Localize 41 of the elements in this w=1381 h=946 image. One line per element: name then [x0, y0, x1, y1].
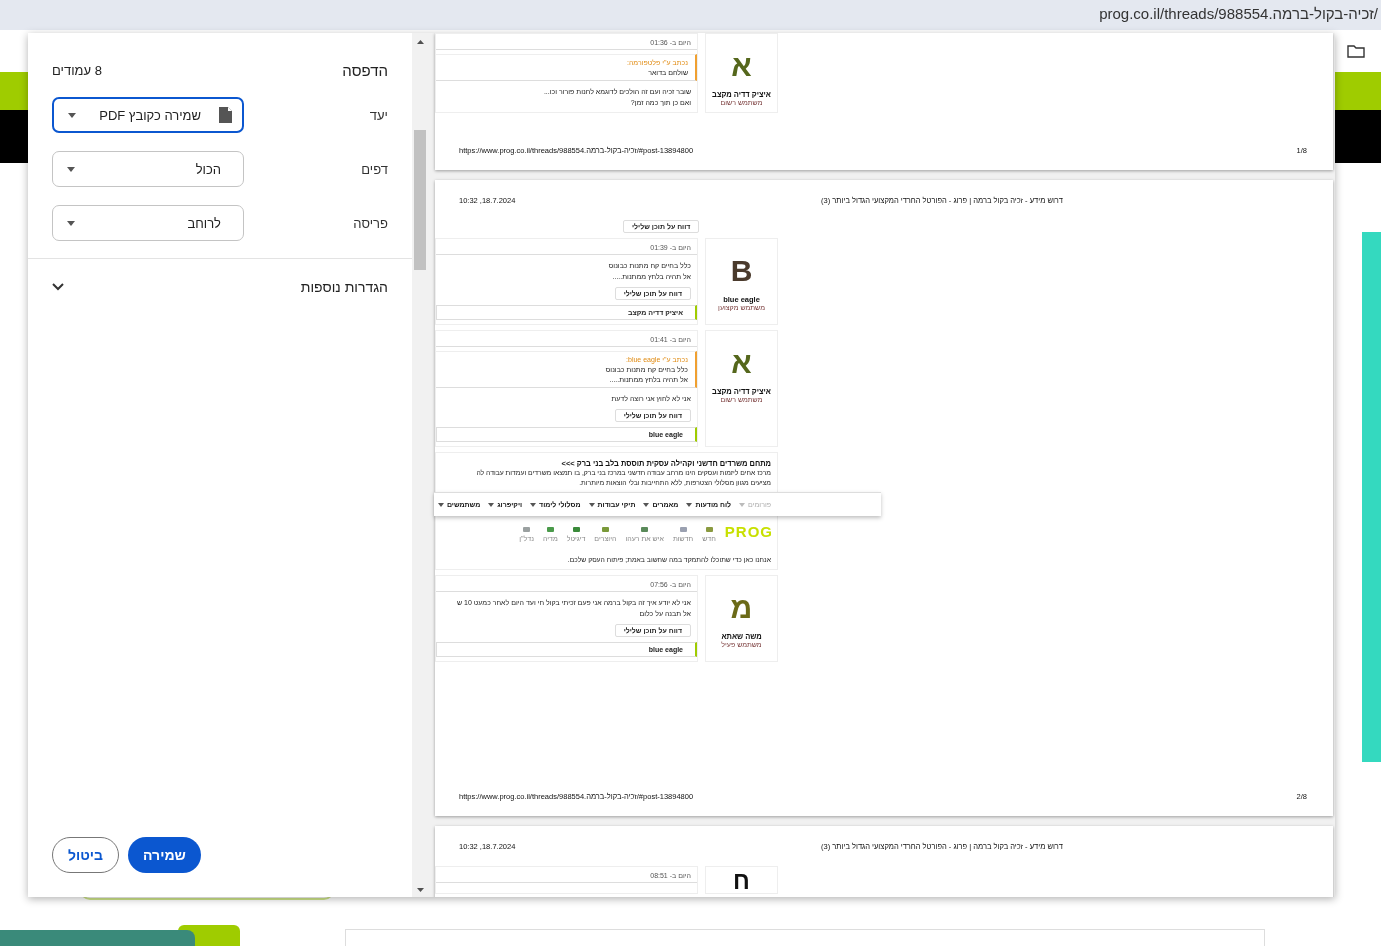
more-settings-toggle[interactable]: הגדרות נוספות — [28, 259, 412, 295]
scrollbar-thumb[interactable] — [414, 130, 426, 270]
avatar-letter: א — [731, 347, 752, 379]
scroll-down-icon[interactable] — [416, 888, 424, 892]
avatar-letter: ח — [733, 869, 750, 893]
shortcut-icon — [546, 526, 554, 533]
setting-label: דפים — [361, 161, 388, 177]
folder-icon[interactable] — [1347, 44, 1365, 58]
dropdown[interactable]: הכול — [52, 151, 244, 187]
sheet-count: 8 עמודים — [52, 62, 102, 78]
avatar-letter: B — [730, 255, 753, 287]
destination-select[interactable]: שמירה כקובץ PDF — [52, 97, 244, 133]
shortcut-icon — [572, 526, 580, 533]
avatar-letter: א — [731, 50, 752, 82]
url-text[interactable]: prog.co.il/threads/988554.זכיה-בקול-ברמה/ — [1099, 5, 1378, 22]
setting-label: יעד — [369, 107, 388, 123]
dialog-title: הדפסה — [342, 61, 388, 79]
caret-icon — [68, 112, 76, 118]
caret-icon — [739, 502, 746, 507]
dropdown[interactable]: לרוחב — [52, 205, 244, 241]
file-icon — [219, 107, 232, 123]
shortcut-icon — [641, 526, 649, 533]
caret-icon — [67, 220, 75, 226]
caret-icon — [686, 502, 693, 507]
caret-icon — [67, 166, 75, 172]
shortcut-icon — [523, 526, 531, 533]
setting-label: פריסה — [353, 215, 388, 231]
scrollbar[interactable] — [412, 33, 428, 897]
caret-icon — [488, 502, 495, 507]
shortcut-icon — [601, 526, 609, 533]
caret-icon — [530, 502, 537, 507]
chevron-icon — [52, 283, 64, 291]
caret-icon — [588, 502, 595, 507]
caret-icon — [643, 502, 650, 507]
avatar-letter: מ — [730, 592, 753, 624]
cancel-button[interactable]: ביטול — [52, 837, 120, 873]
shortcut-icon — [679, 526, 687, 533]
shortcut-icon — [705, 526, 713, 533]
scroll-up-icon[interactable] — [416, 40, 424, 44]
save-button[interactable]: שמירה — [128, 837, 201, 873]
caret-icon — [437, 502, 444, 507]
